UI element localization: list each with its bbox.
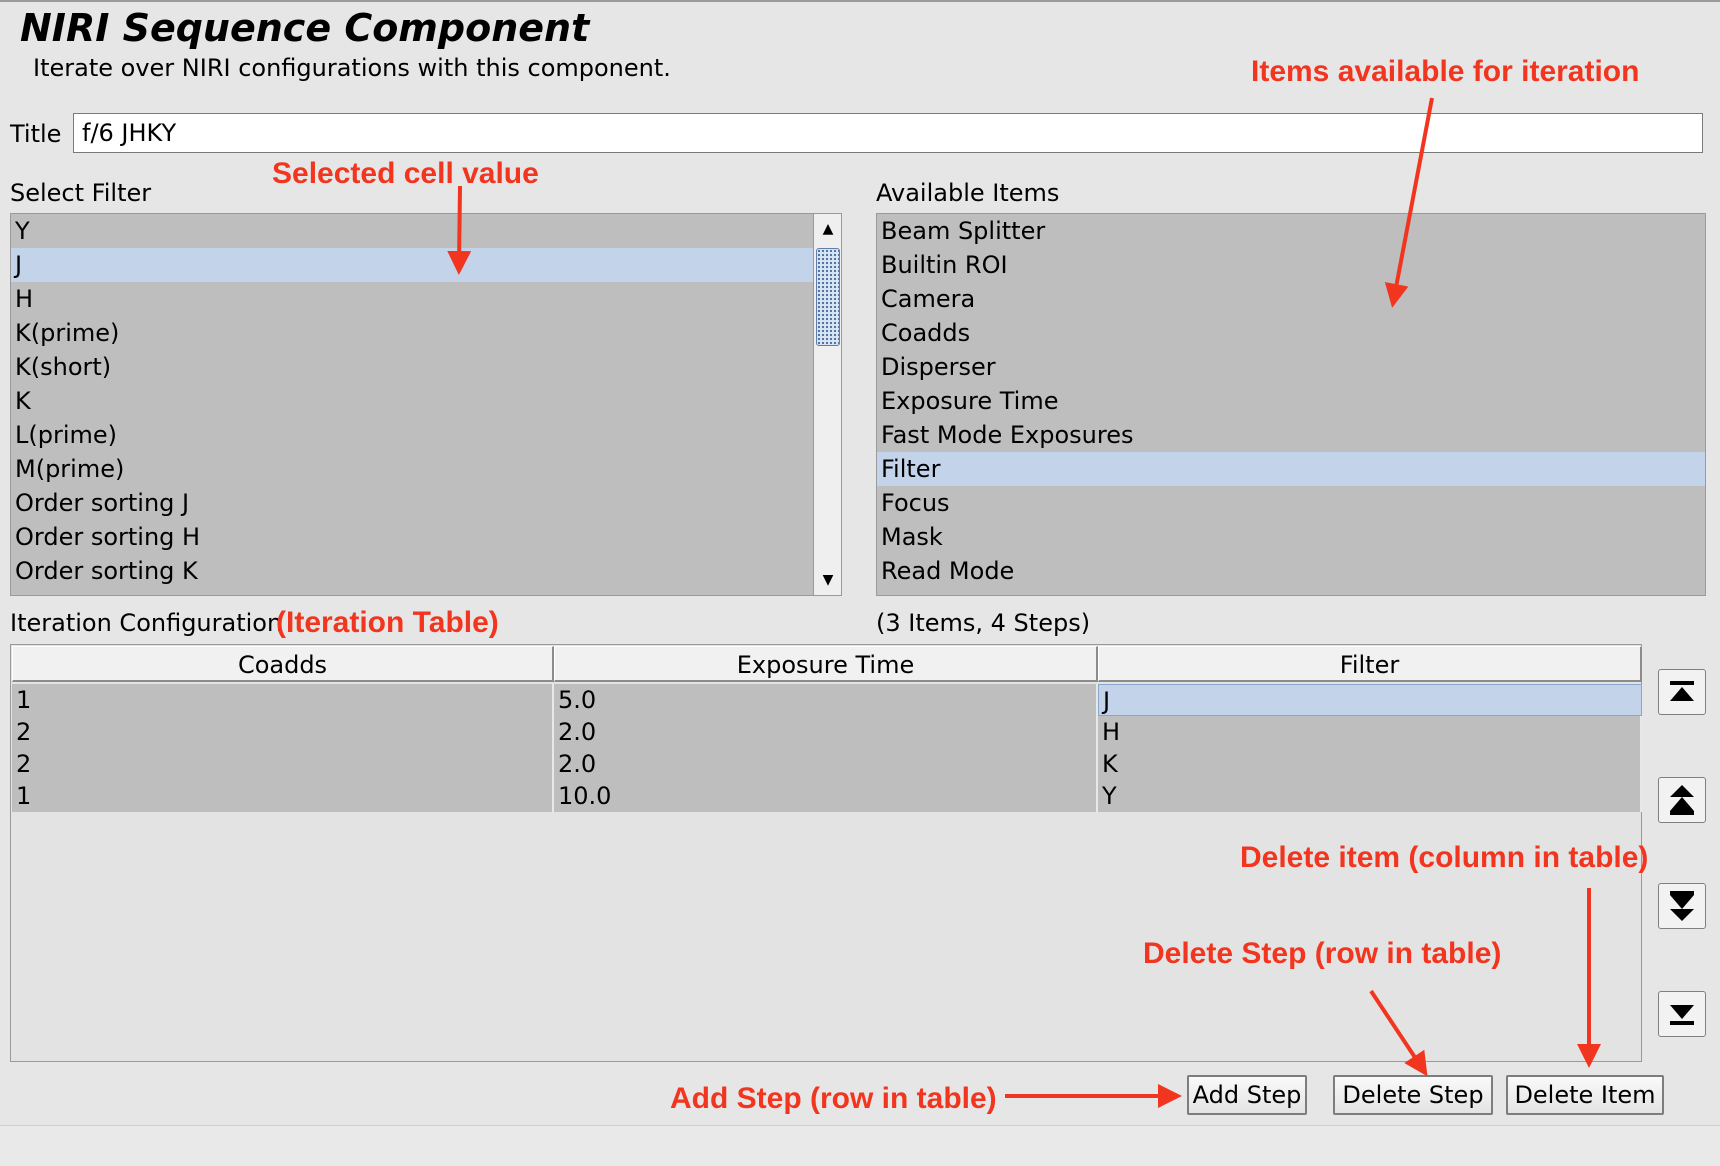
filter-option-j[interactable]: J bbox=[11, 248, 813, 282]
move-up-button[interactable] bbox=[1658, 777, 1706, 823]
table-cell-filter[interactable]: Y bbox=[1098, 780, 1642, 812]
available-item-beam-splitter[interactable]: Beam Splitter bbox=[877, 214, 1705, 248]
table-cell-filter-selected[interactable]: J bbox=[1098, 684, 1642, 716]
table-cell-filter[interactable]: H bbox=[1098, 716, 1642, 748]
filter-option-y[interactable]: Y bbox=[11, 214, 813, 248]
table-cell-exposure-time[interactable]: 10.0 bbox=[554, 780, 1098, 812]
table-cell-exposure-time[interactable]: 2.0 bbox=[554, 748, 1098, 780]
select-filter-label: Select Filter bbox=[10, 179, 152, 207]
filter-option-order-sorting-k[interactable]: Order sorting K bbox=[11, 554, 813, 588]
status-strip bbox=[0, 1125, 1720, 1166]
column-header-coadds[interactable]: Coadds bbox=[12, 646, 554, 682]
table-cell-exposure-time[interactable]: 5.0 bbox=[554, 684, 1098, 716]
scroll-up-arrow-icon[interactable]: ▲ bbox=[814, 214, 841, 244]
filter-option-l-prime[interactable]: L(prime) bbox=[11, 418, 813, 452]
move-up-icon bbox=[1670, 785, 1694, 815]
available-item-disperser[interactable]: Disperser bbox=[877, 350, 1705, 384]
delete-item-button[interactable]: Delete Item bbox=[1506, 1075, 1664, 1115]
available-item-camera[interactable]: Camera bbox=[877, 282, 1705, 316]
table-row[interactable]: 1 5.0 J bbox=[12, 684, 1642, 716]
annotation-delete-step: Delete Step (row in table) bbox=[1143, 937, 1502, 970]
available-items-list[interactable]: Beam Splitter Builtin ROI Camera Coadds … bbox=[876, 213, 1706, 596]
available-item-mask[interactable]: Mask bbox=[877, 520, 1705, 554]
table-row[interactable]: 2 2.0 H bbox=[12, 716, 1642, 748]
table-cell-exposure-time[interactable]: 2.0 bbox=[554, 716, 1098, 748]
available-item-read-mode[interactable]: Read Mode bbox=[877, 554, 1705, 588]
annotation-items-available: Items available for iteration bbox=[1251, 55, 1640, 88]
annotation-add-step: Add Step (row in table) bbox=[670, 1082, 997, 1115]
table-cell-coadds[interactable]: 2 bbox=[12, 748, 554, 780]
column-header-exposure-time[interactable]: Exposure Time bbox=[554, 646, 1098, 682]
available-item-coadds[interactable]: Coadds bbox=[877, 316, 1705, 350]
filter-option-order-sorting-j[interactable]: Order sorting J bbox=[11, 486, 813, 520]
table-row[interactable]: 1 10.0 Y bbox=[12, 780, 1642, 812]
title-input[interactable] bbox=[73, 113, 1703, 153]
filter-list[interactable]: Y J H K(prime) K(short) K L(prime) M(pri… bbox=[10, 213, 842, 596]
table-cell-filter[interactable]: K bbox=[1098, 748, 1642, 780]
add-step-button[interactable]: Add Step bbox=[1187, 1075, 1307, 1115]
table-row[interactable]: 2 2.0 K bbox=[12, 748, 1642, 780]
table-cell-coadds[interactable]: 2 bbox=[12, 716, 554, 748]
move-down-icon bbox=[1670, 891, 1694, 921]
filter-option-k-short[interactable]: K(short) bbox=[11, 350, 813, 384]
filter-option-m-prime[interactable]: M(prime) bbox=[11, 452, 813, 486]
scroll-down-arrow-icon[interactable]: ▼ bbox=[814, 565, 841, 595]
table-cell-coadds[interactable]: 1 bbox=[12, 780, 554, 812]
annotation-delete-item: Delete item (column in table) bbox=[1240, 841, 1649, 874]
filter-option-order-sorting-h[interactable]: Order sorting H bbox=[11, 520, 813, 554]
move-down-button[interactable] bbox=[1658, 883, 1706, 929]
scrollbar-thumb[interactable] bbox=[816, 248, 840, 346]
move-to-bottom-icon bbox=[1670, 1005, 1694, 1025]
available-item-fast-mode-exposures[interactable]: Fast Mode Exposures bbox=[877, 418, 1705, 452]
table-cell-coadds[interactable]: 1 bbox=[12, 684, 554, 716]
available-item-filter[interactable]: Filter bbox=[877, 452, 1705, 486]
move-to-bottom-button[interactable] bbox=[1658, 991, 1706, 1037]
iteration-config-label: Iteration Configuration bbox=[10, 609, 283, 637]
filter-option-k-prime[interactable]: K(prime) bbox=[11, 316, 813, 350]
iteration-summary: (3 Items, 4 Steps) bbox=[876, 609, 1091, 637]
available-item-exposure-time[interactable]: Exposure Time bbox=[877, 384, 1705, 418]
window-top-border bbox=[0, 0, 1720, 2]
available-item-builtin-roi[interactable]: Builtin ROI bbox=[877, 248, 1705, 282]
column-header-filter[interactable]: Filter bbox=[1098, 646, 1642, 682]
move-to-top-button[interactable] bbox=[1658, 669, 1706, 715]
available-items-label: Available Items bbox=[876, 179, 1060, 207]
title-label: Title bbox=[10, 120, 62, 148]
annotation-selected-cell: Selected cell value bbox=[272, 157, 539, 190]
move-to-top-icon bbox=[1670, 681, 1694, 701]
available-item-focus[interactable]: Focus bbox=[877, 486, 1705, 520]
filter-option-k[interactable]: K bbox=[11, 384, 813, 418]
annotation-iteration-table: (Iteration Table) bbox=[276, 606, 499, 639]
delete-step-button[interactable]: Delete Step bbox=[1333, 1075, 1493, 1115]
filter-list-rows: Y J H K(prime) K(short) K L(prime) M(pri… bbox=[11, 214, 813, 588]
filter-option-h[interactable]: H bbox=[11, 282, 813, 316]
page-title: NIRI Sequence Component bbox=[20, 6, 590, 50]
table-header: Coadds Exposure Time Filter bbox=[12, 646, 1642, 682]
page-description: Iterate over NIRI configurations with th… bbox=[33, 54, 671, 82]
filter-list-scrollbar[interactable]: ▲ ▼ bbox=[813, 214, 841, 595]
